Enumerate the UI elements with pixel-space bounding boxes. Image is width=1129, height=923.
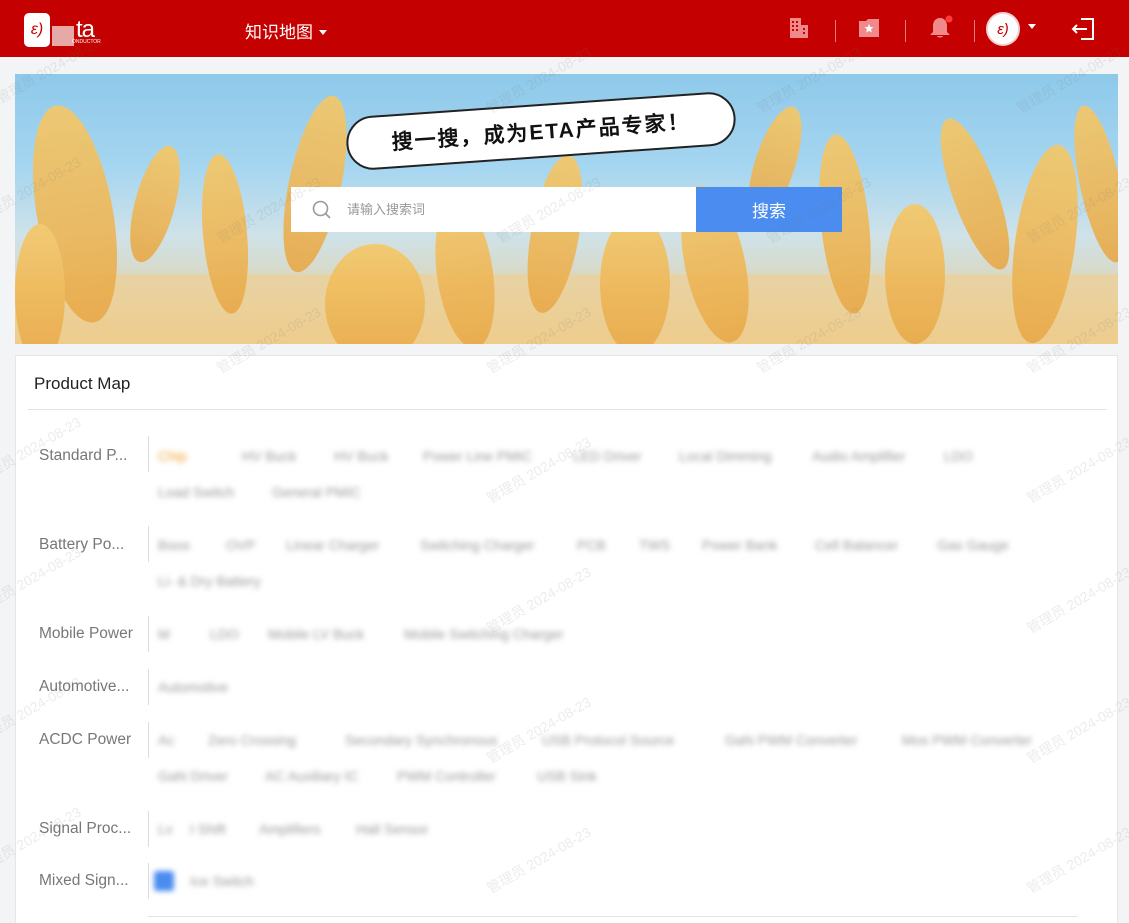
- product-chip[interactable]: General PMIC: [272, 484, 361, 500]
- company-logo[interactable]: ɛ) ta ONDUCTOR: [24, 12, 101, 48]
- product-chip[interactable]: Lv: [158, 821, 173, 837]
- search-icon: [312, 200, 331, 219]
- product-chip[interactable]: TWS: [639, 537, 670, 553]
- row-divider: [148, 811, 149, 847]
- product-chip[interactable]: LDO: [210, 626, 239, 642]
- avatar[interactable]: ɛ): [986, 12, 1020, 46]
- product-chip[interactable]: USB Protocol Source: [542, 732, 674, 748]
- row-divider: [148, 526, 149, 562]
- product-chip[interactable]: PCB: [577, 537, 606, 553]
- product-chip[interactable]: Amplifiers: [259, 821, 320, 837]
- product-chip[interactable]: PWM Controller: [397, 768, 496, 784]
- category-label[interactable]: Standard P...: [39, 447, 139, 465]
- product-chip[interactable]: Chip: [158, 448, 187, 464]
- category-label[interactable]: Signal Proc...: [39, 820, 139, 838]
- product-chip[interactable]: Hall Sensor: [356, 821, 428, 837]
- product-chip[interactable]: Linear Charger: [286, 537, 379, 553]
- product-chip[interactable]: Automotive: [158, 679, 228, 695]
- nav-title-label: 知识地图: [245, 23, 313, 42]
- category-label[interactable]: Automotive...: [39, 678, 139, 696]
- product-chip-icon[interactable]: [154, 871, 174, 891]
- logo-redacted-block: [52, 26, 74, 46]
- product-chip[interactable]: Switching Charger: [420, 537, 534, 553]
- search-input[interactable]: [347, 202, 667, 217]
- chevron-down-icon: [319, 29, 327, 35]
- row-divider: [148, 722, 149, 758]
- chevron-down-icon[interactable]: [1028, 24, 1036, 29]
- row-divider: [148, 436, 149, 472]
- product-chip[interactable]: Ac: [158, 732, 174, 748]
- product-chip[interactable]: LED Driver: [573, 448, 641, 464]
- product-map-title: Product Map: [34, 374, 131, 393]
- toolbar-divider: [905, 20, 906, 42]
- top-bar: ɛ) ta ONDUCTOR 知识地图 ɛ): [0, 0, 1129, 57]
- category-label[interactable]: ACDC Power: [39, 731, 139, 749]
- product-map-card: Product Map Standard P... Chip HV Buck H…: [15, 355, 1118, 923]
- building-icon[interactable]: [786, 15, 812, 41]
- product-chip[interactable]: GaN Driver: [158, 768, 228, 784]
- product-chip[interactable]: Gas Gauge: [937, 537, 1009, 553]
- product-chip[interactable]: Power Line PMIC: [423, 448, 532, 464]
- row-divider: [148, 616, 149, 652]
- search-box: [291, 187, 696, 232]
- product-chip[interactable]: USB Sink: [537, 768, 597, 784]
- product-chip[interactable]: GaN PWM Converter: [725, 732, 857, 748]
- product-chip[interactable]: Mobile LV Buck: [268, 626, 364, 642]
- product-chip[interactable]: I Shift: [190, 821, 226, 837]
- card-bottom-divider: [148, 916, 1078, 917]
- row-divider: [148, 669, 149, 705]
- product-chip[interactable]: Boos: [158, 537, 190, 553]
- logout-icon[interactable]: [1070, 16, 1096, 42]
- product-chip[interactable]: Li- & Dry Battery: [158, 573, 261, 589]
- favorites-folder-icon[interactable]: [856, 15, 882, 41]
- product-chip[interactable]: Power Bank: [702, 537, 777, 553]
- category-label[interactable]: Mobile Power: [39, 625, 139, 643]
- product-chip[interactable]: AC Auxiliary IC: [265, 768, 358, 784]
- product-chip[interactable]: Secondary Synchronous: [345, 732, 498, 748]
- toolbar-divider: [974, 20, 975, 42]
- logo-mark: ɛ): [24, 13, 50, 47]
- card-divider: [28, 409, 1107, 410]
- product-chip[interactable]: Local Dimming: [679, 448, 772, 464]
- logo-subtext: ONDUCTOR: [72, 39, 101, 45]
- product-chip[interactable]: LDO: [944, 448, 973, 464]
- product-chip[interactable]: Load Switch: [158, 484, 234, 500]
- category-label[interactable]: Battery Po...: [39, 536, 139, 554]
- product-chip[interactable]: HV Buck: [242, 448, 296, 464]
- toolbar-divider: [835, 20, 836, 42]
- product-chip[interactable]: M: [158, 626, 170, 642]
- product-chip[interactable]: Mos PWM Converter: [902, 732, 1032, 748]
- product-chip[interactable]: Zero Crossing: [208, 732, 296, 748]
- category-label[interactable]: Mixed Sign...: [39, 872, 139, 890]
- product-chip[interactable]: Ice Switch: [190, 873, 254, 889]
- product-chip[interactable]: Mobile Switching Charger: [404, 626, 564, 642]
- bell-icon[interactable]: [927, 15, 953, 41]
- product-chip[interactable]: Cell Balancer: [815, 537, 898, 553]
- product-chip[interactable]: OVP: [226, 537, 256, 553]
- product-chip[interactable]: HV Buck: [334, 448, 388, 464]
- row-divider: [148, 863, 149, 899]
- knowledge-map-menu[interactable]: 知识地图: [245, 18, 327, 43]
- product-chip[interactable]: Audio Amplifier: [812, 448, 905, 464]
- search-button[interactable]: 搜索: [696, 187, 842, 232]
